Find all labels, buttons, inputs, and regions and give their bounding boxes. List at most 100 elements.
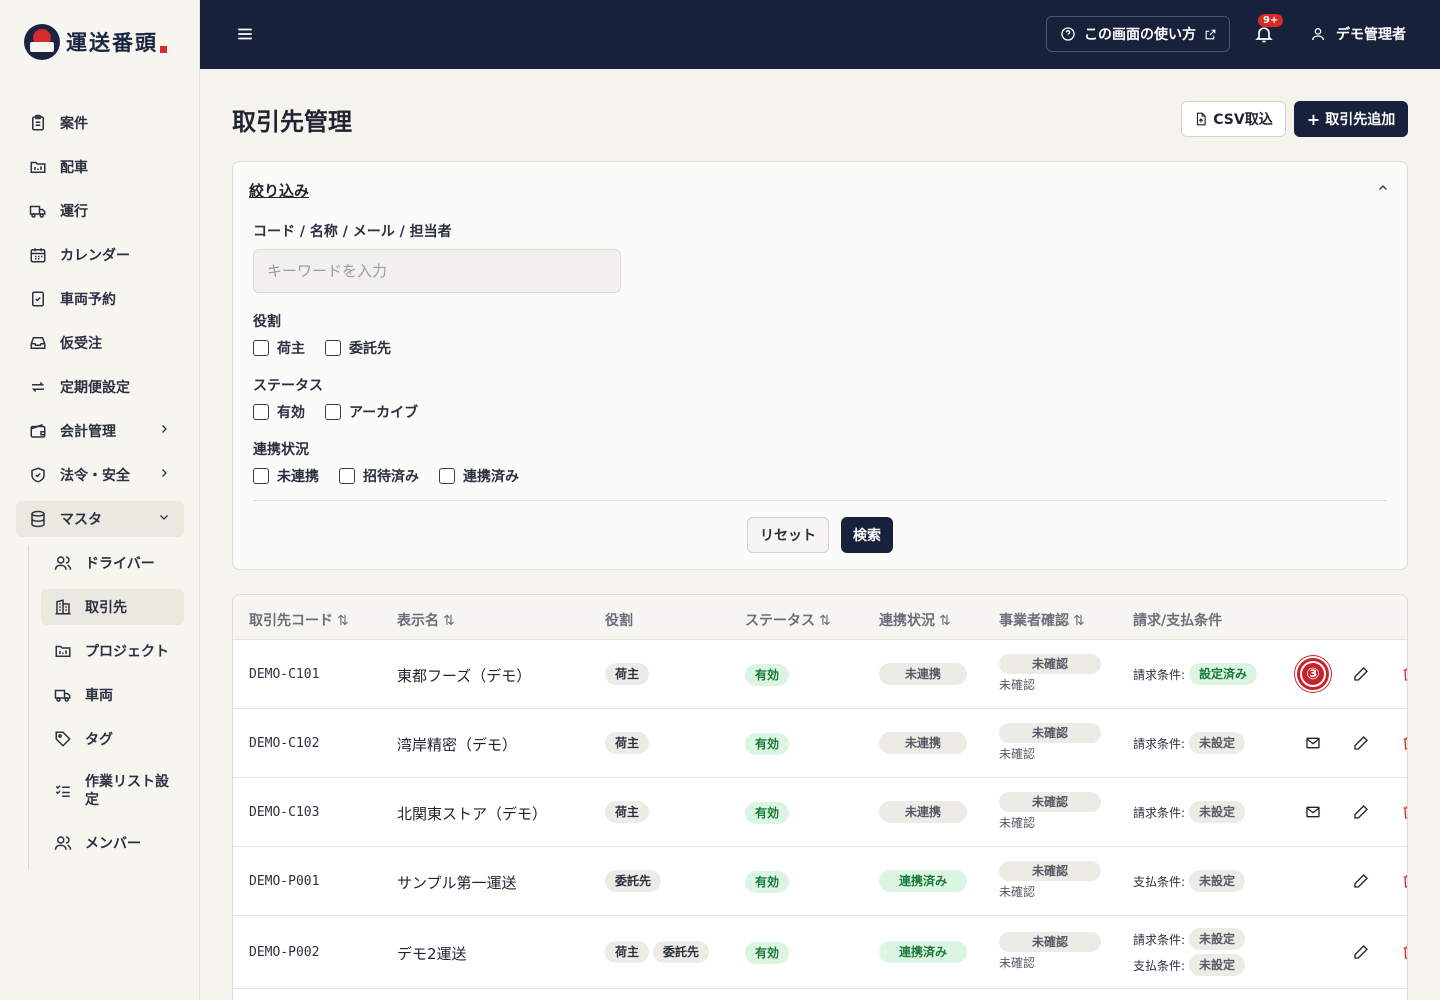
- role-checkbox-shipper[interactable]: 荷主: [253, 338, 305, 358]
- edit-icon[interactable]: [1353, 666, 1369, 682]
- sidebar-item-cases[interactable]: 案件: [16, 105, 184, 141]
- link-status-label: 連携状況: [253, 442, 309, 458]
- edit-icon[interactable]: [1353, 804, 1369, 820]
- link-badge: 連携済み: [879, 870, 967, 892]
- user-icon: [1310, 26, 1326, 42]
- sidebar-item-label: 運行: [60, 204, 88, 220]
- users-icon: [53, 833, 73, 853]
- master-subnav: ドライバー 取引先 プロジェクト 車両 タグ 作業リスト設定 メンバー: [28, 545, 184, 869]
- table-row[interactable]: DEMO-P002 デモ2運送 荷主 委託先 有効 連携済み 未確認 未確認 請求条…: [233, 916, 1407, 989]
- sidebar-item-vehicle-booking[interactable]: 車両予約: [16, 281, 184, 317]
- sidebar-item-master[interactable]: マスタ: [16, 501, 184, 537]
- table-row[interactable]: DEMO-P001 サンプル第一運送 委託先 有効 連携済み 未確認 未確認 支払…: [233, 847, 1407, 916]
- link-checkbox-unlinked[interactable]: 未連携: [253, 466, 319, 486]
- inbox-icon: [28, 333, 48, 353]
- partner-name[interactable]: サンプル第一運送: [397, 872, 517, 893]
- sidebar-item-label: 車両: [85, 688, 113, 704]
- sort-icon[interactable]: ⇅: [1073, 613, 1085, 629]
- link-checkbox-linked[interactable]: 連携済み: [439, 466, 519, 486]
- sidebar-item-calendar[interactable]: カレンダー: [16, 237, 184, 273]
- business-check-sub: 未確認: [999, 956, 1036, 970]
- sidebar-item-scheduled-settings[interactable]: 定期便設定: [16, 369, 184, 405]
- user-menu[interactable]: デモ管理者: [1310, 24, 1406, 44]
- role-badge: 荷主: [605, 941, 650, 963]
- checkbox[interactable]: [439, 468, 455, 484]
- checkbox[interactable]: [253, 404, 269, 420]
- terms-label: 支払条件:: [1133, 958, 1186, 973]
- checkbox[interactable]: [253, 340, 269, 356]
- trash-icon[interactable]: [1401, 666, 1407, 682]
- add-partner-button[interactable]: + 取引先追加: [1294, 101, 1408, 137]
- trash-icon[interactable]: [1401, 804, 1407, 820]
- howto-button[interactable]: この画面の使い方: [1046, 16, 1230, 52]
- sidebar-item-compliance[interactable]: 法令・安全: [16, 457, 184, 493]
- link-badge: 未連携: [879, 801, 967, 823]
- sidebar: 運送番頭 案件 配車 運行 カレンダー 車両予約 仮受注 定期便設定 会計管理 …: [0, 0, 200, 1000]
- table-row[interactable]: DEMO-C102 湾岸精密（デモ） 荷主 有効 未連携 未確認 未確認 請求条件…: [233, 709, 1407, 778]
- column-header-link[interactable]: 連携状況 ⇅: [879, 610, 951, 630]
- column-header-code[interactable]: 取引先コード ⇅: [249, 610, 349, 630]
- partner-name[interactable]: 東都フーズ（デモ）: [397, 665, 531, 686]
- checkbox-label: アーカイブ: [349, 405, 419, 421]
- menu-icon[interactable]: [236, 25, 254, 43]
- chevron-up-icon[interactable]: [1377, 182, 1389, 194]
- business-check-sub: 未確認: [999, 816, 1036, 830]
- table-row[interactable]: DEMO-C101 東都フーズ（デモ） 荷主 有効 未連携 未確認 未確認 請求条…: [233, 640, 1407, 709]
- mail-icon[interactable]: [1305, 804, 1321, 820]
- reset-button[interactable]: リセット: [747, 517, 829, 553]
- sidebar-subitem-partners[interactable]: 取引先: [41, 589, 184, 625]
- column-header-status[interactable]: ステータス ⇅: [745, 610, 831, 630]
- terms-label: 支払条件:: [1133, 874, 1186, 889]
- role-badges: 委託先: [605, 870, 665, 892]
- sidebar-subitem-worklist-settings[interactable]: 作業リスト設定: [41, 765, 184, 817]
- bell-icon[interactable]: [1254, 24, 1274, 44]
- sort-icon[interactable]: ⇅: [337, 613, 349, 629]
- chevron-down-icon: [158, 511, 170, 523]
- checkbox[interactable]: [325, 340, 341, 356]
- sort-icon[interactable]: ⇅: [443, 613, 455, 629]
- sidebar-item-operations[interactable]: 運行: [16, 193, 184, 229]
- terms-label: 請求条件:: [1133, 736, 1186, 751]
- csv-import-button[interactable]: CSV取込: [1181, 101, 1286, 137]
- sidebar-subitem-tags[interactable]: タグ: [41, 721, 184, 757]
- checkbox[interactable]: [325, 404, 341, 420]
- checkbox[interactable]: [339, 468, 355, 484]
- partner-name[interactable]: デモ2運送: [397, 943, 467, 964]
- app-logo[interactable]: 運送番頭: [24, 22, 167, 62]
- keyword-label: コード / 名称 / メール / 担当者: [253, 224, 452, 240]
- repeat-icon: [28, 377, 48, 397]
- trash-icon[interactable]: [1401, 735, 1407, 751]
- link-checkbox-invited[interactable]: 招待済み: [339, 466, 419, 486]
- mail-icon[interactable]: [1305, 735, 1321, 751]
- sort-icon[interactable]: ⇅: [819, 613, 831, 629]
- partner-name[interactable]: 北関東ストア（デモ）: [397, 803, 547, 824]
- checkbox[interactable]: [253, 468, 269, 484]
- sidebar-subitem-vehicles[interactable]: 車両: [41, 677, 184, 713]
- sidebar-item-dispatch[interactable]: 配車: [16, 149, 184, 185]
- sort-icon[interactable]: ⇅: [939, 613, 951, 629]
- column-header-business-check[interactable]: 事業者確認 ⇅: [999, 610, 1085, 630]
- status-checkbox-archive[interactable]: アーカイブ: [325, 402, 418, 422]
- edit-icon[interactable]: [1353, 735, 1369, 751]
- search-button[interactable]: 検索: [841, 517, 893, 553]
- sidebar-item-accounting[interactable]: 会計管理: [16, 413, 184, 449]
- sidebar-subitem-members[interactable]: メンバー: [41, 825, 184, 861]
- trash-icon[interactable]: [1401, 944, 1407, 960]
- role-checkbox-contractor[interactable]: 委託先: [325, 338, 391, 358]
- trash-icon[interactable]: [1401, 873, 1407, 889]
- keyword-input[interactable]: [253, 249, 621, 293]
- sidebar-subitem-projects[interactable]: プロジェクト: [41, 633, 184, 669]
- filter-title[interactable]: 絞り込み: [249, 180, 309, 201]
- edit-icon[interactable]: [1353, 873, 1369, 889]
- column-header-name[interactable]: 表示名 ⇅: [397, 610, 455, 630]
- status-checkbox-active[interactable]: 有効: [253, 402, 305, 422]
- partner-name[interactable]: 湾岸精密（デモ）: [397, 734, 517, 755]
- help-circle-icon: [1060, 26, 1076, 42]
- external-link-icon: [1204, 28, 1217, 41]
- edit-icon[interactable]: [1353, 944, 1369, 960]
- sidebar-item-provisional-orders[interactable]: 仮受注: [16, 325, 184, 361]
- folder-icon: [53, 641, 73, 661]
- terms: 請求条件: 未設定: [1133, 732, 1246, 754]
- table-row[interactable]: DEMO-C103 北関東ストア（デモ） 荷主 有効 未連携 未確認 未確認 請求…: [233, 778, 1407, 847]
- sidebar-subitem-drivers[interactable]: ドライバー: [41, 545, 184, 581]
